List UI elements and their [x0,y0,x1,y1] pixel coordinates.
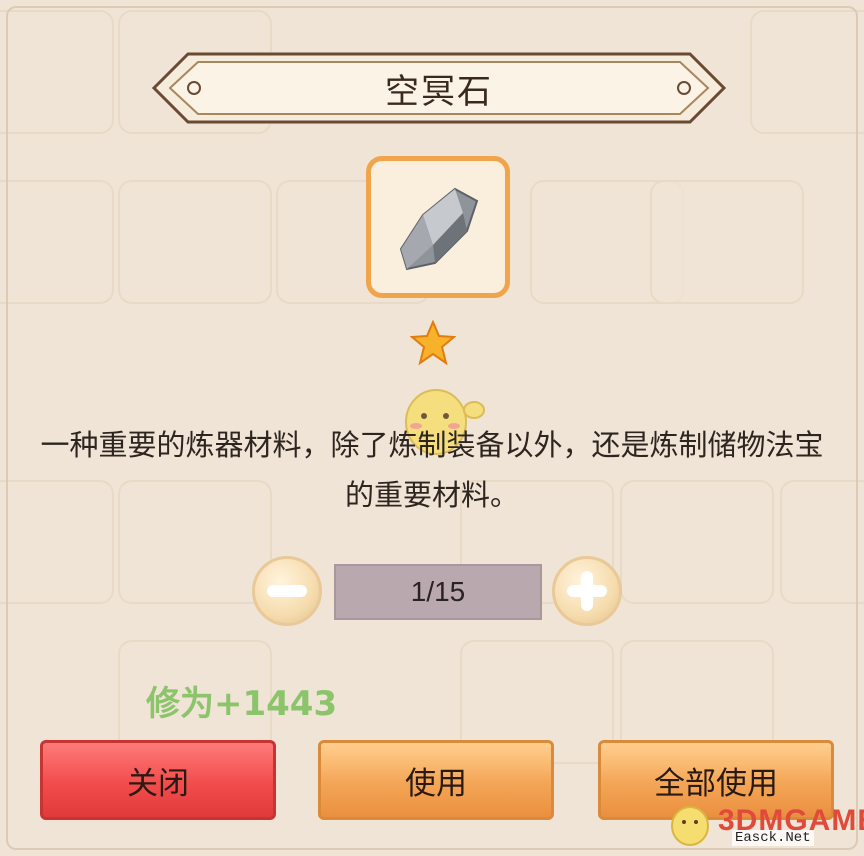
quantity-input[interactable]: 1/15 [334,564,542,620]
decrease-button[interactable] [252,556,322,626]
cultivation-gain-text: 修为+1443 [146,684,338,724]
use-button[interactable]: 使用 [318,740,554,820]
watermark-mascot-icon [671,806,709,846]
item-slot [366,156,510,298]
item-title: 空冥石 [385,71,493,112]
plus-icon [567,571,607,611]
close-button[interactable]: 关闭 [40,740,276,820]
title-banner: 空冥石 [148,48,730,128]
star-icon [410,320,456,366]
minus-icon [267,585,307,597]
grey-stone-icon [399,187,479,271]
increase-button[interactable] [552,556,622,626]
watermark-site: Easck.Net [732,830,814,846]
watermark: 3DMGAME Easck.Net [666,800,864,850]
quantity-selector: 1/15 [252,556,632,626]
item-description: 一种重要的炼器材料，除了炼制装备以外，还是炼制储物法宝的重要材料。 [40,428,824,512]
